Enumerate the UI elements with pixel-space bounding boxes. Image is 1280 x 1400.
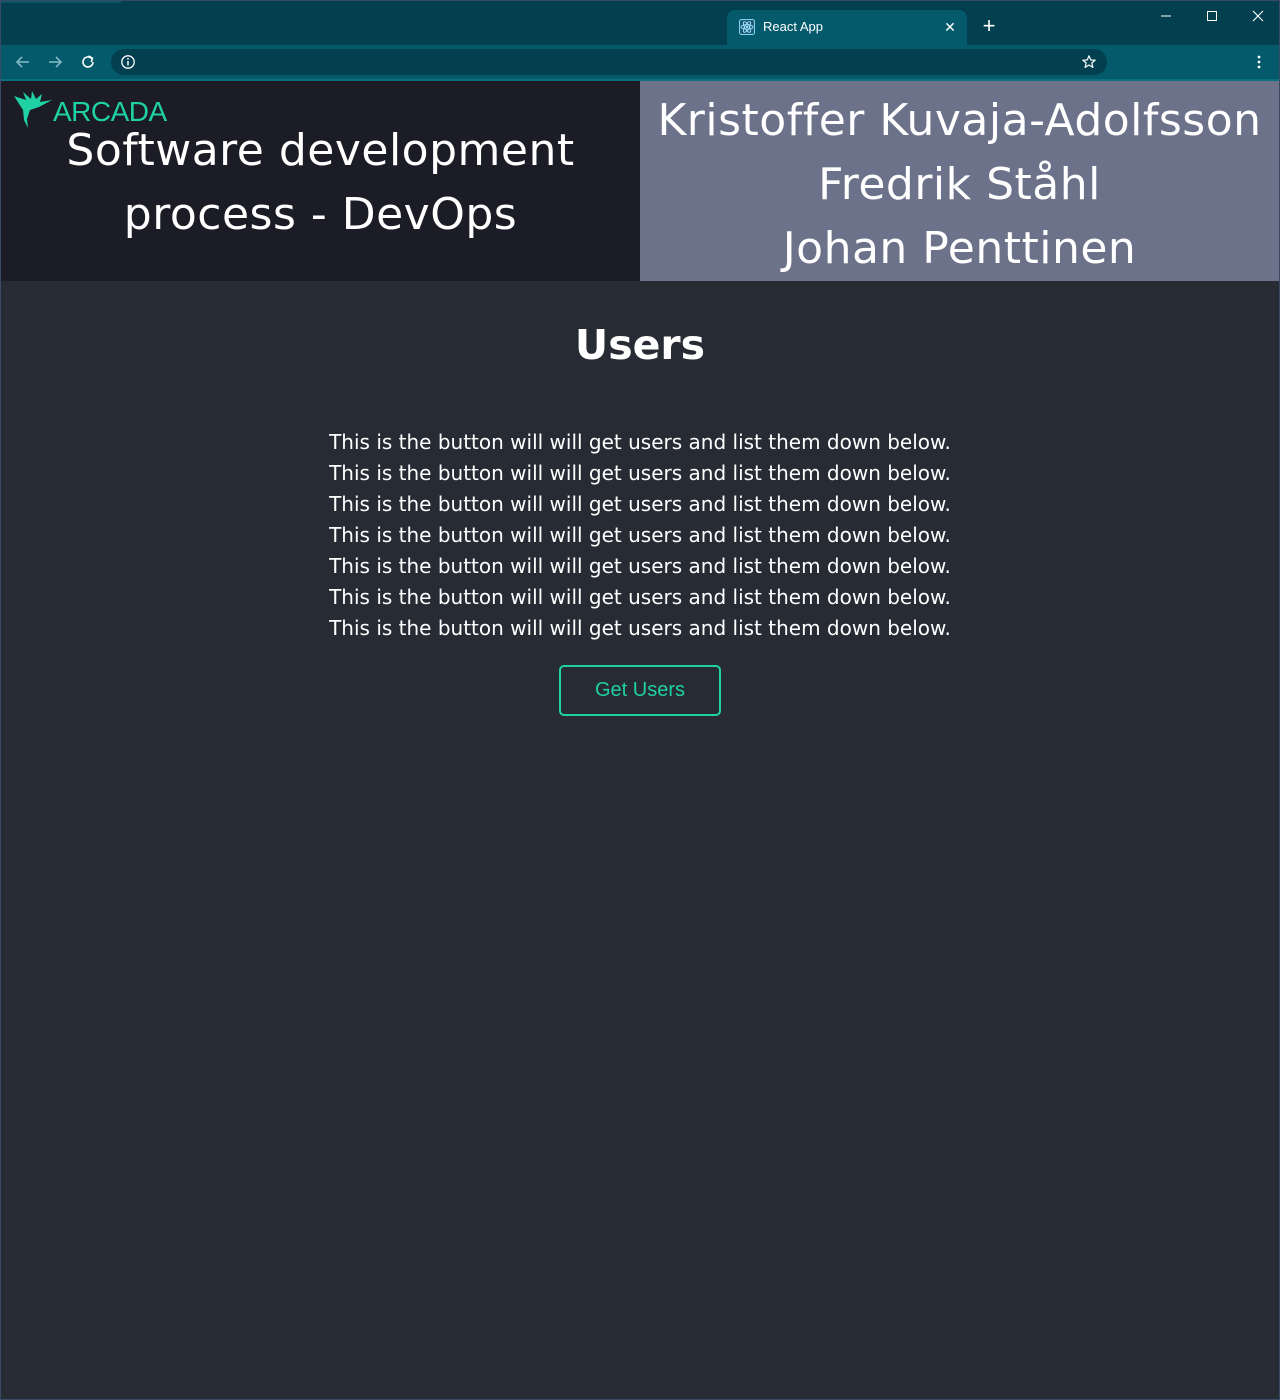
page-header: ARCADA Software development process - De… [1, 81, 1279, 281]
address-bar[interactable] [111, 49, 1107, 75]
description-line: This is the button will will get users a… [329, 616, 951, 640]
tab-react-app[interactable]: React App ✕ [727, 10, 967, 45]
new-tab-button[interactable]: + [979, 15, 999, 37]
header-course-panel: ARCADA Software development process - De… [1, 81, 640, 281]
reload-icon [82, 55, 94, 68]
browser-menu-button[interactable] [1249, 52, 1269, 72]
author-name: Fredrik Ståhl [818, 159, 1101, 210]
header-authors-panel: Kristoffer Kuvaja-Adolfsson Fredrik Ståh… [640, 81, 1279, 281]
forward-icon [49, 56, 63, 68]
browser-window: React App ✕ + ARCADA Software developmen… [0, 0, 1280, 1400]
maximize-icon [1207, 11, 1217, 21]
bookmark-star-icon[interactable] [1081, 54, 1097, 70]
window-close-button[interactable] [1243, 5, 1273, 27]
authors-list: Kristoffer Kuvaja-Adolfsson Fredrik Ståh… [640, 89, 1279, 281]
forward-button[interactable] [45, 52, 65, 72]
window-maximize-button[interactable] [1197, 5, 1227, 27]
description-line: This is the button will will get users a… [329, 585, 951, 609]
tab-strip: React App ✕ + [1, 1, 1279, 45]
description-line: This is the button will will get users a… [329, 554, 951, 578]
tab-close-icon[interactable]: ✕ [943, 19, 957, 35]
description-line: This is the button will will get users a… [329, 461, 951, 485]
back-button[interactable] [13, 52, 33, 72]
react-favicon-icon [739, 19, 755, 35]
author-name: Johan Penttinen [782, 223, 1137, 274]
tab-strip-accent [1, 1, 121, 3]
window-minimize-button[interactable] [1151, 5, 1181, 27]
author-name: Kristoffer Kuvaja-Adolfsson [657, 95, 1262, 146]
url-input[interactable] [143, 52, 1067, 74]
browser-toolbar [1, 45, 1279, 81]
course-title: Software development process - DevOps [66, 125, 575, 240]
close-icon [1252, 10, 1264, 22]
reload-button[interactable] [78, 52, 98, 72]
description-line: This is the button will will get users a… [329, 430, 951, 454]
info-icon[interactable] [120, 54, 136, 70]
back-icon [15, 56, 29, 68]
kebab-menu-icon [1257, 55, 1261, 69]
tab-title: React App [763, 19, 823, 34]
get-users-button[interactable]: Get Users [559, 665, 721, 716]
description-line: This is the button will will get users a… [329, 492, 951, 516]
page-title: Users [574, 321, 706, 369]
description-text: This is the button will will get users a… [1, 427, 1279, 644]
minimize-icon [1161, 15, 1171, 17]
description-line: This is the button will will get users a… [329, 523, 951, 547]
